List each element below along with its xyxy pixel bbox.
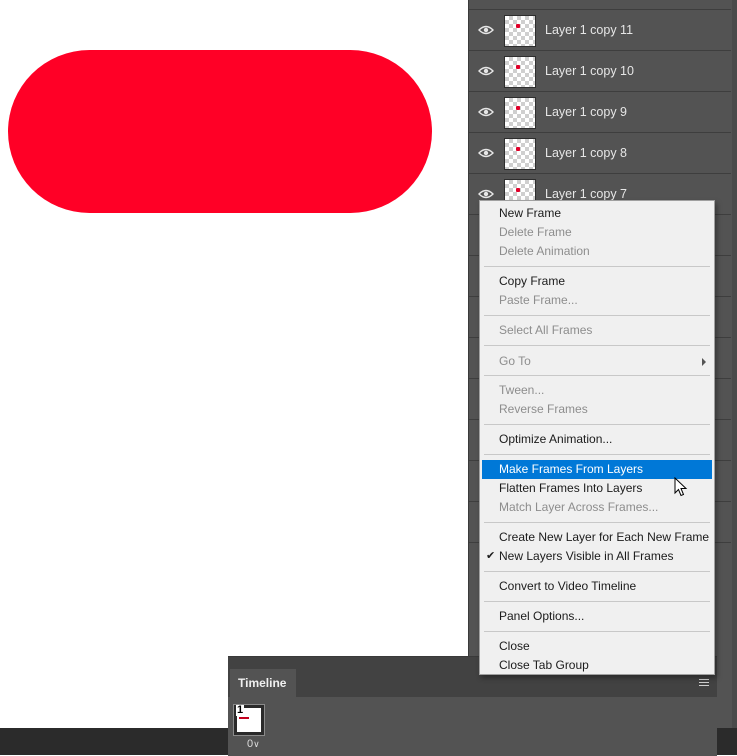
frame-delay-dropdown[interactable]: 0∨: [247, 738, 260, 750]
layer-thumbnail: [504, 56, 536, 88]
menu-separator: [484, 454, 710, 455]
eye-icon[interactable]: [477, 22, 495, 38]
eye-icon[interactable]: [477, 104, 495, 120]
menu-item-label: Go To: [499, 354, 531, 368]
menu-item-match-layer[interactable]: Match Layer Across Frames...: [482, 498, 712, 517]
menu-item-panel-options[interactable]: Panel Options...: [482, 607, 712, 626]
red-rounded-rectangle-shape: [8, 50, 432, 213]
layer-name: Layer 1 copy 11: [545, 23, 634, 37]
layer-row[interactable]: Layer 1 copy 8: [469, 133, 731, 174]
menu-separator: [484, 631, 710, 632]
eye-icon[interactable]: [477, 63, 495, 79]
menu-item-optimize-animation[interactable]: Optimize Animation...: [482, 430, 712, 449]
menu-separator: [484, 315, 710, 316]
menu-item-label: New Layers Visible in All Frames: [499, 549, 674, 563]
menu-item-new-frame[interactable]: New Frame: [482, 204, 712, 223]
menu-item-create-new-layer[interactable]: Create New Layer for Each New Frame: [482, 528, 712, 547]
menu-separator: [484, 345, 710, 346]
document-canvas[interactable]: [0, 0, 468, 728]
menu-separator: [484, 571, 710, 572]
layers-scrollbar[interactable]: [732, 0, 737, 728]
frame-preview-mark: [239, 717, 249, 719]
menu-separator: [484, 266, 710, 267]
layer-row[interactable]: Layer 1 copy 10: [469, 51, 731, 92]
menu-separator: [484, 522, 710, 523]
menu-item-select-all-frames[interactable]: Select All Frames: [482, 321, 712, 340]
submenu-arrow-icon: [702, 358, 706, 366]
menu-separator: [484, 375, 710, 376]
panel-menu-icon[interactable]: [699, 679, 709, 687]
menu-item-delete-frame[interactable]: Delete Frame: [482, 223, 712, 242]
layer-name: Layer 1 copy 10: [545, 64, 634, 78]
menu-item-paste-frame[interactable]: Paste Frame...: [482, 291, 712, 310]
layer-row[interactable]: Layer 1 copy 11: [469, 10, 731, 51]
layer-thumbnail: [504, 97, 536, 129]
menu-item-delete-animation[interactable]: Delete Animation: [482, 242, 712, 261]
mouse-pointer-icon: [674, 477, 688, 497]
layer-thumbnail: [504, 15, 536, 47]
animation-frame[interactable]: 1: [233, 704, 265, 736]
checkmark-icon: ✔: [486, 550, 496, 562]
layer-row[interactable]: Layer 1 copy 9: [469, 92, 731, 133]
menu-separator: [484, 601, 710, 602]
menu-separator: [484, 424, 710, 425]
frame-number: 1: [236, 704, 245, 716]
eye-icon[interactable]: [477, 145, 495, 161]
menu-item-go-to[interactable]: Go To: [482, 352, 712, 371]
menu-item-close[interactable]: Close: [482, 637, 712, 656]
menu-item-copy-frame[interactable]: Copy Frame: [482, 272, 712, 291]
menu-item-tween[interactable]: Tween...: [482, 381, 712, 400]
tab-timeline[interactable]: Timeline: [230, 669, 296, 697]
layer-thumbnail: [504, 138, 536, 170]
layer-name: Layer 1 copy 8: [545, 146, 627, 160]
menu-item-convert-video-timeline[interactable]: Convert to Video Timeline: [482, 577, 712, 596]
layer-row-partial[interactable]: [469, 0, 731, 10]
menu-item-new-layers-visible[interactable]: ✔ New Layers Visible in All Frames: [482, 547, 712, 566]
menu-item-close-tab-group[interactable]: Close Tab Group: [482, 656, 712, 675]
layer-name: Layer 1 copy 9: [545, 105, 627, 119]
timeline-context-menu: New Frame Delete Frame Delete Animation …: [479, 200, 715, 675]
chevron-down-icon: ∨: [253, 739, 260, 749]
menu-item-reverse-frames[interactable]: Reverse Frames: [482, 400, 712, 419]
